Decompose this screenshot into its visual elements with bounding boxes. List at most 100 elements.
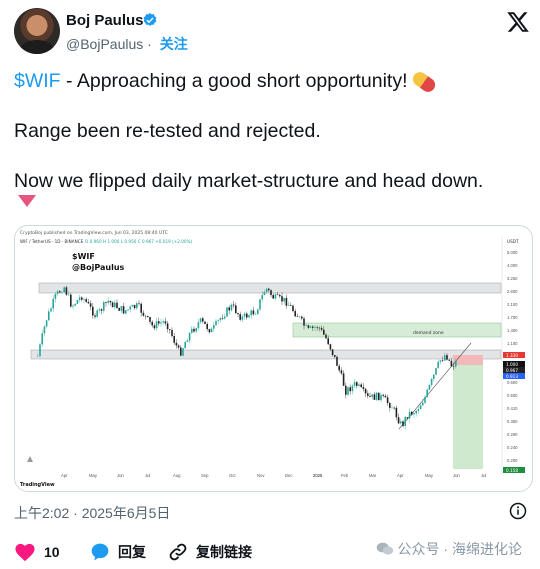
price-tick-label: 3.250 <box>507 276 518 281</box>
candle-body <box>320 328 323 330</box>
candle-body <box>186 340 189 343</box>
copy-link-button[interactable]: 复制链接 <box>168 542 252 562</box>
author-name[interactable]: Boj Paulus <box>66 12 144 29</box>
time-tick-label: Jul <box>481 473 486 478</box>
candle-body <box>378 392 380 401</box>
time-tick-label: May <box>89 473 98 478</box>
candle-body <box>298 316 301 318</box>
follow-button[interactable]: 关注 <box>160 36 188 52</box>
candle-body <box>173 336 175 343</box>
wechat-icon <box>376 542 393 555</box>
candle-body <box>153 325 156 329</box>
candle-body <box>252 310 255 315</box>
price-tick-label: 0.600 <box>507 380 518 385</box>
handle-separator: · <box>147 36 152 52</box>
candle-body <box>92 306 94 316</box>
candle-body <box>444 355 446 361</box>
candle-body <box>246 313 248 318</box>
candle-body <box>254 314 257 315</box>
chart-symbol-line: WIF / TetherUS · 1D · BINANCE <box>20 239 84 244</box>
candle-body <box>338 365 340 371</box>
watermark: 公众号 · 海绵进化论 <box>376 539 522 559</box>
candle-body <box>331 349 334 356</box>
candle-body <box>369 395 371 397</box>
candle-body <box>351 385 354 392</box>
price-tag-blue-text: 0.913 <box>506 374 518 379</box>
tweet-line-1: $WIF - Approaching a good short opportun… <box>14 68 526 95</box>
support-zone <box>30 349 502 360</box>
candle-body <box>272 295 274 299</box>
candle-body <box>197 322 200 329</box>
candle-body <box>384 395 387 398</box>
candle-body <box>67 294 70 296</box>
chart-image[interactable]: CryptoBoj published on TradingView.com, … <box>14 225 533 492</box>
avatar[interactable] <box>14 8 60 54</box>
candle-body <box>389 403 391 408</box>
candle-body <box>122 306 125 314</box>
like-button[interactable]: 10 <box>14 542 60 562</box>
candle-body <box>303 318 305 326</box>
reply-button[interactable]: 回复 <box>90 542 146 562</box>
candle-body <box>250 310 252 316</box>
candle-body <box>270 290 272 296</box>
time-tick-label: Mar <box>369 473 377 478</box>
candle-body <box>142 312 145 316</box>
candle-body <box>364 388 367 394</box>
candle-body <box>63 287 65 293</box>
candle-body <box>162 321 164 323</box>
candle-body <box>455 360 457 367</box>
tweet-timestamp[interactable]: 上午2:02 · 2025年6月5日 <box>14 503 170 523</box>
author-handle[interactable]: @BojPaulus <box>66 36 143 52</box>
price-tick-label: 1.400 <box>507 328 518 333</box>
candle-body <box>294 311 296 317</box>
candle-body <box>155 321 158 329</box>
candle-body <box>39 344 41 356</box>
candle-body <box>182 348 184 356</box>
copy-link-label: 复制链接 <box>196 544 252 560</box>
candle-body <box>171 329 173 337</box>
candle-body <box>188 332 191 341</box>
candle-body <box>268 288 270 291</box>
cashtag-link[interactable]: $WIF <box>14 70 61 92</box>
candle-body <box>395 407 398 418</box>
candle-body <box>382 394 384 396</box>
time-tick-label: Sep <box>201 473 209 478</box>
candle-body <box>334 355 336 357</box>
price-tick-label: 2.600 <box>507 289 518 294</box>
candle-body <box>65 287 68 295</box>
info-icon[interactable] <box>509 502 527 520</box>
time-tick-label: Apr <box>61 473 68 478</box>
time-tick-label: 2025 <box>313 473 323 478</box>
verified-badge-icon <box>143 13 157 26</box>
candle-body <box>404 417 406 426</box>
candle-body <box>259 299 261 310</box>
demand-zone-label: demand zone <box>413 330 444 336</box>
candle-body <box>138 303 140 304</box>
candle-body <box>441 360 444 361</box>
price-tag-black-2-text: 0.967 <box>506 368 518 373</box>
candle-body <box>422 402 424 406</box>
time-tick-label: Nov <box>257 473 265 478</box>
candle-body <box>360 384 362 388</box>
candle-body <box>375 392 378 400</box>
candle-body <box>367 393 369 396</box>
candle-body <box>237 313 239 315</box>
candle-body <box>353 382 356 386</box>
candle-body <box>419 405 422 410</box>
candle-body <box>235 305 237 314</box>
candle-body <box>160 322 162 324</box>
candle-body <box>129 306 131 310</box>
candle-body <box>314 327 316 328</box>
price-tick-label: 0.290 <box>507 432 518 437</box>
tweet-text: $WIF - Approaching a good short opportun… <box>14 68 526 194</box>
candle-body <box>408 411 411 419</box>
candle-body <box>415 410 417 414</box>
price-tick-label: 4.000 <box>507 263 518 268</box>
price-tick-label: 0.350 <box>507 419 518 424</box>
x-logo-icon[interactable] <box>506 10 530 34</box>
candle-body <box>127 309 129 311</box>
candle-body <box>164 321 167 324</box>
candle-body <box>257 309 259 315</box>
candle-body <box>149 316 151 322</box>
candle-body <box>94 315 96 317</box>
